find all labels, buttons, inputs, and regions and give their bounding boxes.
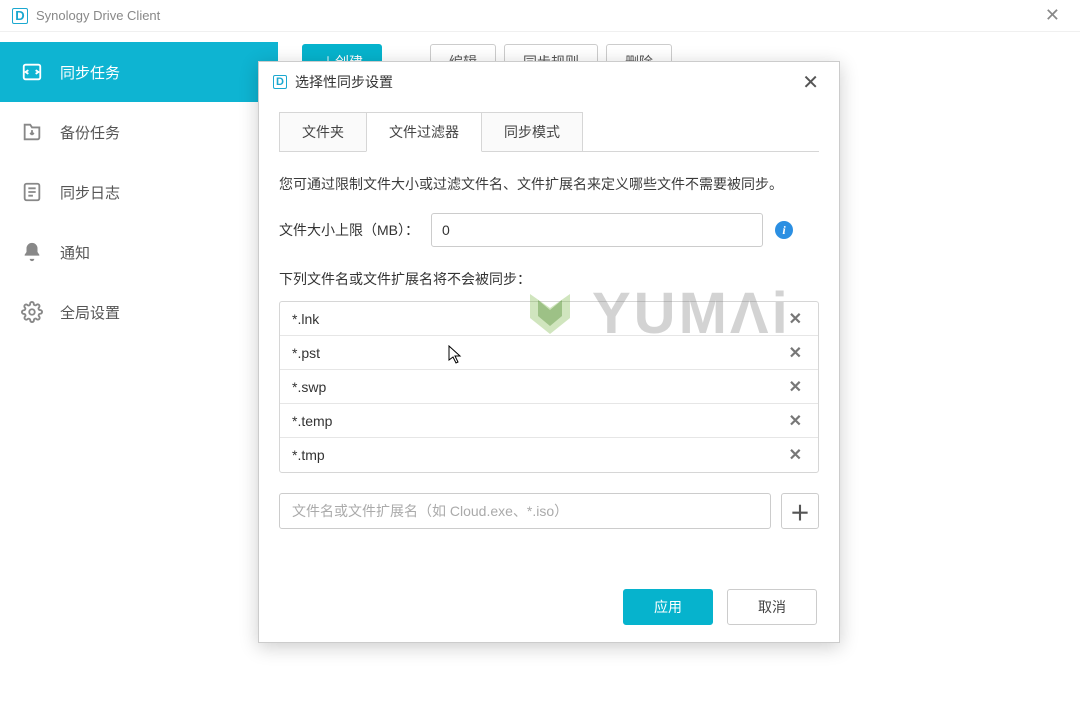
selective-sync-dialog: D 选择性同步设置 ✕ 文件夹 文件过滤器 同步模式 您可通过限制文件大小或过滤… (258, 61, 840, 643)
filter-item-text: *.lnk (292, 311, 319, 327)
filter-item[interactable]: *.lnk ✕ (280, 302, 818, 336)
dialog-footer: 应用 取消 (259, 572, 839, 642)
sidebar-label: 同步日志 (60, 182, 120, 203)
filter-item[interactable]: *.pst ✕ (280, 336, 818, 370)
apply-button[interactable]: 应用 (623, 589, 713, 625)
filter-item[interactable]: *.tmp ✕ (280, 438, 818, 472)
app-title: Synology Drive Client (36, 8, 160, 23)
sidebar-label: 全局设置 (60, 302, 120, 323)
info-icon[interactable]: i (775, 221, 793, 239)
sidebar-label: 通知 (60, 242, 90, 263)
filter-list: *.lnk ✕ *.pst ✕ *.swp ✕ *.temp ✕ *.tmp ✕ (279, 301, 819, 473)
filter-item[interactable]: *.swp ✕ (280, 370, 818, 404)
sidebar-item-backup-tasks[interactable]: 备份任务 (0, 102, 278, 162)
remove-filter-button[interactable]: ✕ (785, 309, 806, 329)
remove-filter-button[interactable]: ✕ (785, 343, 806, 363)
sidebar-label: 备份任务 (60, 122, 120, 143)
remove-filter-button[interactable]: ✕ (785, 377, 806, 397)
sidebar-item-sync-log[interactable]: 同步日志 (0, 162, 278, 222)
size-limit-label: 文件大小上限（MB）： (279, 220, 419, 240)
sidebar-item-global-settings[interactable]: 全局设置 (0, 282, 278, 342)
dialog-tabs: 文件夹 文件过滤器 同步模式 (279, 112, 819, 152)
filter-item-text: *.temp (292, 413, 332, 429)
remove-filter-button[interactable]: ✕ (785, 411, 806, 431)
log-icon (20, 180, 44, 204)
sync-icon (20, 60, 44, 84)
dialog-app-icon: D (273, 75, 287, 89)
dialog-close-button[interactable]: ✕ (796, 70, 825, 95)
window-close-button[interactable]: ✕ (1037, 5, 1068, 26)
filter-description: 您可通过限制文件大小或过滤文件名、文件扩展名来定义哪些文件不需要被同步。 (279, 174, 819, 195)
filter-item-text: *.swp (292, 379, 326, 395)
tab-sync-mode[interactable]: 同步模式 (481, 112, 583, 152)
titlebar: D Synology Drive Client ✕ (0, 0, 1080, 32)
filter-item[interactable]: *.temp ✕ (280, 404, 818, 438)
add-filter-input[interactable] (279, 493, 771, 529)
remove-filter-button[interactable]: ✕ (785, 445, 806, 465)
gear-icon (20, 300, 44, 324)
sidebar-label: 同步任务 (60, 62, 120, 83)
filter-item-text: *.tmp (292, 447, 325, 463)
sidebar-item-sync-tasks[interactable]: 同步任务 (0, 42, 278, 102)
app-icon: D (12, 8, 28, 24)
dialog-title: 选择性同步设置 (295, 72, 393, 92)
sidebar-item-notifications[interactable]: 通知 (0, 222, 278, 282)
size-limit-input[interactable] (431, 213, 763, 247)
backup-icon (20, 120, 44, 144)
dialog-header: D 选择性同步设置 ✕ (259, 62, 839, 102)
filter-item-text: *.pst (292, 345, 320, 361)
tab-file-filter[interactable]: 文件过滤器 (366, 112, 482, 152)
sidebar: 同步任务 备份任务 同步日志 通知 全局设置 (0, 32, 278, 708)
bell-icon (20, 240, 44, 264)
add-filter-button[interactable]: ＋ (781, 493, 819, 529)
tab-folder[interactable]: 文件夹 (279, 112, 367, 152)
cancel-button[interactable]: 取消 (727, 589, 817, 625)
exclude-description: 下列文件名或文件扩展名将不会被同步： (279, 269, 819, 289)
